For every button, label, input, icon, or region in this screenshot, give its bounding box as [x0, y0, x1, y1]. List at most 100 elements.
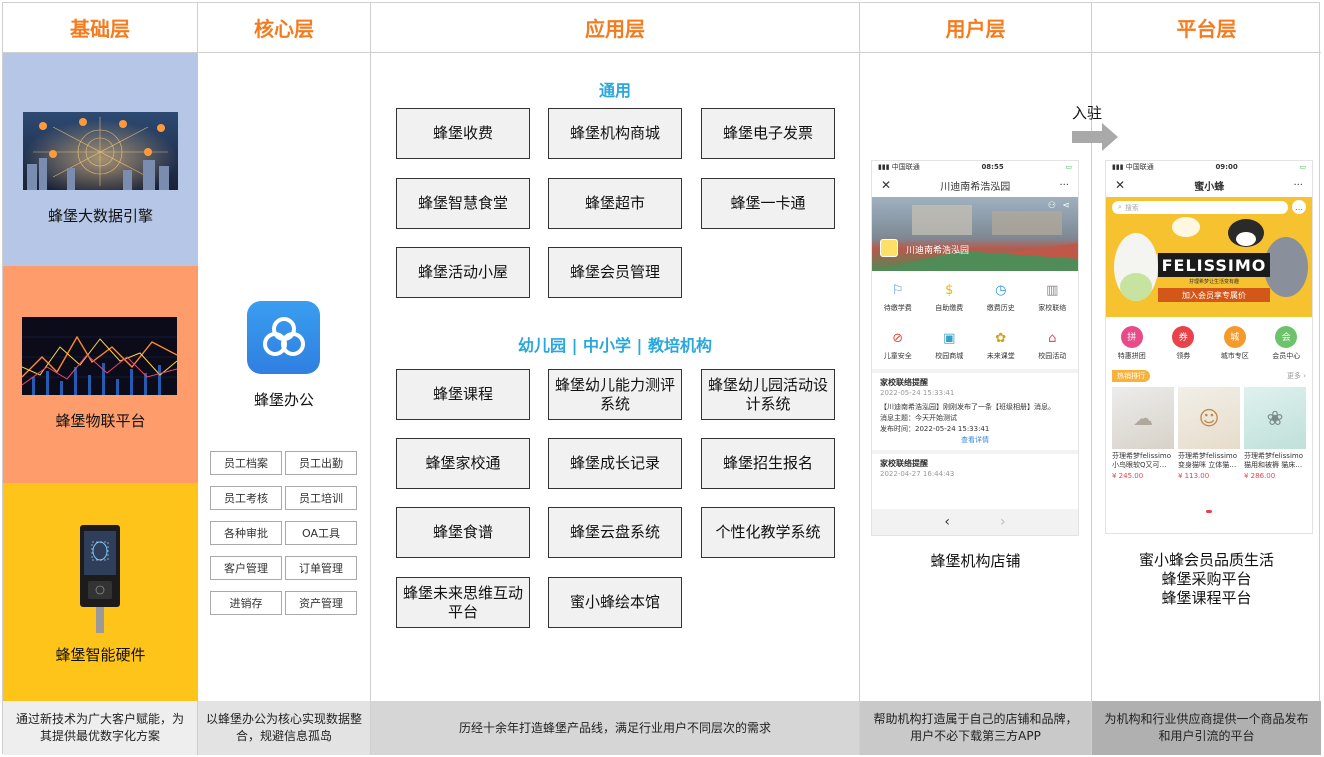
core-item[interactable]: 员工培训	[285, 486, 357, 510]
hot-sales-header: 热销排行 更多 ›	[1106, 369, 1312, 383]
house-icon: ⌂	[1048, 331, 1057, 346]
notice-card-2[interactable]: 家校联络提醒 2022-04-27 16:44:43	[872, 450, 1078, 484]
store-grid-item[interactable]: ⚐ 待缴学费	[872, 273, 924, 321]
carrier-label: 中国联通	[891, 163, 920, 171]
hardware-label: 蜂堡智能硬件	[55, 646, 146, 664]
store-title: 川迪南希浩泓园	[940, 181, 1011, 193]
core-item[interactable]: 订单管理	[285, 556, 357, 580]
store-phone-screen: ▮▮▮ 中国联通 08:55 ▭ ✕ 川迪南希浩泓园 ··· ⚇ ⋖ 川迪南希浩…	[871, 160, 1079, 536]
battery-icon: ▭	[1065, 163, 1072, 171]
store-banner-label: 川迪南希浩泓园	[906, 246, 970, 256]
store-banner: ⚇ ⋖ 川迪南希浩泓园	[872, 197, 1078, 271]
notice-detail-link[interactable]: 查看详情	[880, 435, 1070, 446]
app-button[interactable]: 蜂堡未来思维互动平台	[396, 577, 530, 628]
notice-card[interactable]: 家校联络提醒 2022-05-24 15:33:41 【川迪南希浩泓园】刚刚发布…	[872, 369, 1078, 450]
product-name: 芬理希梦felissimo变身猫咪 立体猫…	[1178, 452, 1238, 469]
mall-banner: ⌕ 搜索 … FELISSIMO 芬理希梦让生活变有趣 加入会员享专属价	[1106, 197, 1312, 317]
core-item[interactable]: 进销存	[210, 591, 282, 615]
product-price: ¥ 286.00	[1244, 472, 1276, 480]
product-price: ¥ 113.00	[1178, 472, 1210, 480]
core-item[interactable]: OA工具	[285, 521, 357, 545]
app-button[interactable]: 蜂堡幼儿能力测评系统	[548, 369, 682, 420]
app-button[interactable]: 蜂堡幼儿园活动设计系统	[701, 369, 835, 420]
section-general-title: 通用	[598, 81, 631, 100]
base-layer-column: 基础层 蜂堡大数据引擎 蜂堡物联平台 蜂堡智能硬件 通过新技术为广大客户赋能，为…	[3, 3, 198, 755]
brand-logo-text: FELISSIMO	[1158, 253, 1270, 277]
hot-sales-tag: 热销排行	[1112, 370, 1150, 382]
app-button[interactable]: 蜂堡电子发票	[701, 108, 835, 159]
close-icon[interactable]: ✕	[881, 178, 891, 192]
more-icon[interactable]: ···	[1293, 180, 1303, 191]
product-card[interactable]: ☺ 芬理希梦felissimo变身猫咪 立体猫… ¥ 113.00	[1178, 387, 1240, 480]
store-grid-item[interactable]: ⌂ 校园活动	[1027, 321, 1079, 369]
app-button[interactable]: 蜂堡招生报名	[701, 438, 835, 489]
store-grid-item[interactable]: ▣ 校园商城	[924, 321, 976, 369]
category-item[interactable]: 券领券	[1158, 321, 1210, 365]
smart-terminal-image	[80, 525, 120, 633]
app-button[interactable]: 蜂堡食谱	[396, 507, 530, 558]
more-icon[interactable]: ···	[1059, 180, 1069, 191]
app-button[interactable]: 蜂堡成长记录	[548, 438, 682, 489]
mall-category-row: 拼特惠拼团 券领券 城城市专区 会会员中心	[1106, 317, 1312, 369]
core-item[interactable]: 员工出勤	[285, 451, 357, 475]
app-button[interactable]: 蜂堡超市	[548, 178, 682, 229]
notice-title: 家校联络提醒	[880, 459, 928, 468]
mall-phone-screen: ▮▮▮ 中国联通 09:00 ▭ ✕ 蜜小蜂 ··· ⌕ 搜索 … FELISS…	[1105, 160, 1313, 534]
core-item[interactable]: 员工考核	[210, 486, 282, 510]
close-icon[interactable]: ✕	[1115, 178, 1125, 192]
category-label: 城市专区	[1220, 351, 1249, 360]
right-arrow-icon	[1072, 123, 1118, 151]
history-icon: ◷	[995, 283, 1007, 298]
core-item[interactable]: 员工档案	[210, 451, 282, 475]
forward-icon[interactable]: ›	[1000, 514, 1006, 530]
status-bar: ▮▮▮ 中国联通 08:55 ▭	[872, 161, 1078, 173]
app-button[interactable]: 蜂堡会员管理	[548, 247, 682, 298]
bag-icon: ▣	[943, 331, 956, 346]
store-grid-item[interactable]: ▥ 家校联络	[1027, 273, 1079, 321]
app-button[interactable]: 蜂堡云盘系统	[548, 507, 682, 558]
platform-layer-column: 平台层 入驻 ▮▮▮ 中国联通 09:00 ▭ ✕ 蜜小蜂 ··· ⌕ 搜索 …	[1072, 3, 1321, 755]
user-icon[interactable]: ⚇	[1048, 201, 1056, 211]
member-cta-button[interactable]: 加入会员享专属价	[1158, 288, 1270, 302]
office-app-icon[interactable]	[247, 301, 320, 374]
store-grid-item[interactable]: ✿ 未来课堂	[975, 321, 1027, 369]
product-card[interactable]: ☁ 芬理希梦felissimo小鸟眼软Q又可… ¥ 245.00	[1112, 387, 1174, 480]
title-bar: ✕ 蜜小蜂 ···	[1106, 173, 1312, 197]
app-layer-header: 应用层	[371, 3, 859, 53]
core-item[interactable]: 客户管理	[210, 556, 282, 580]
app-button[interactable]: 蜜小蜂绘本馆	[548, 577, 682, 628]
app-button[interactable]: 蜂堡活动小屋	[396, 247, 530, 298]
coupon-icon: 券	[1172, 325, 1195, 348]
section-edu-title: 幼儿园 | 中小学 | 教培机构	[518, 336, 712, 355]
category-item[interactable]: 城城市专区	[1209, 321, 1261, 365]
more-link[interactable]: 更多 ›	[1287, 371, 1306, 381]
category-item[interactable]: 会会员中心	[1261, 321, 1313, 365]
core-item[interactable]: 各种审批	[210, 521, 282, 545]
status-bar: ▮▮▮ 中国联通 09:00 ▭	[1106, 161, 1312, 173]
store-grid-item[interactable]: $ 自助缴费	[924, 273, 976, 321]
core-item[interactable]: 资产管理	[285, 591, 357, 615]
app-button[interactable]: 蜂堡一卡通	[701, 178, 835, 229]
product-image: ☺	[1178, 387, 1240, 449]
back-icon[interactable]: ‹	[944, 514, 950, 530]
share-icon[interactable]: ⋖	[1062, 201, 1070, 211]
dollar-icon: $	[945, 283, 954, 298]
base-layer-header: 基础层	[3, 3, 197, 53]
product-name: 芬理希梦felissimo小鸟眼软Q又可…	[1112, 452, 1172, 469]
app-button[interactable]: 个性化教学系统	[701, 507, 835, 558]
app-button[interactable]: 蜂堡收费	[396, 108, 530, 159]
store-grid-item[interactable]: ◷ 缴费历史	[975, 273, 1027, 321]
app-button[interactable]: 蜂堡智慧食堂	[396, 178, 530, 229]
iot-chart-image	[22, 317, 177, 395]
category-item[interactable]: 拼特惠拼团	[1106, 321, 1158, 365]
app-button[interactable]: 蜂堡机构商城	[548, 108, 682, 159]
store-grid-item[interactable]: ⊘ 儿童安全	[872, 321, 924, 369]
big-data-image	[23, 112, 178, 190]
flag-icon: ⚐	[891, 283, 904, 298]
mall-title: 蜜小蜂	[1194, 181, 1225, 193]
brand-subtitle: 芬理希梦让生活变有趣	[1188, 279, 1239, 285]
grid-item-label: 缴费历史	[986, 303, 1015, 312]
app-button[interactable]: 蜂堡课程	[396, 369, 530, 420]
app-button[interactable]: 蜂堡家校通	[396, 438, 530, 489]
product-card[interactable]: ❀ 芬理希梦felissimo猫用和被褥 猫床… ¥ 286.00	[1244, 387, 1306, 480]
